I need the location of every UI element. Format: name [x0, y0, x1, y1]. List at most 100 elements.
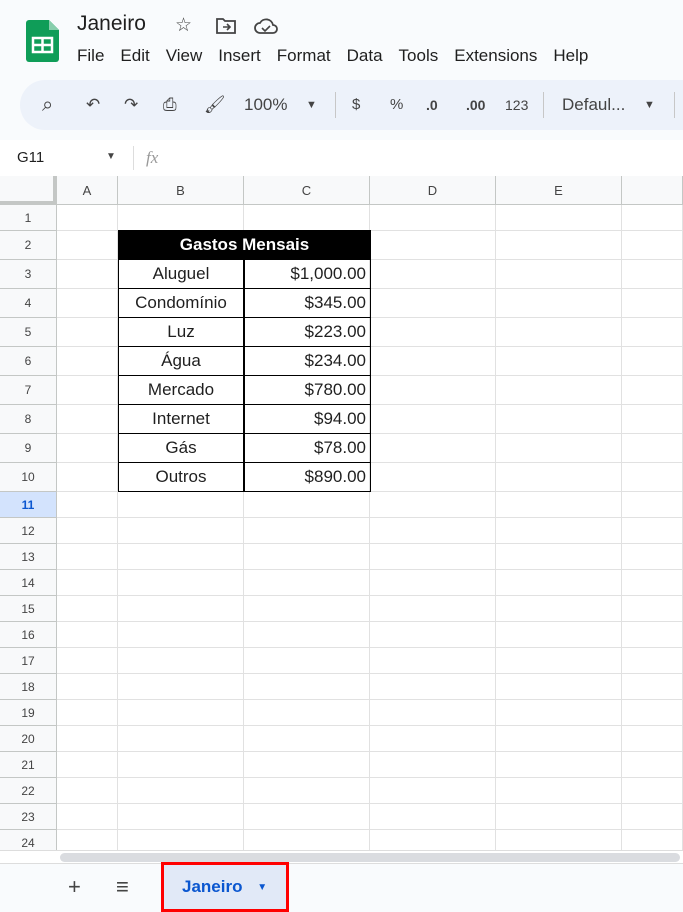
formula-input[interactable]: [175, 149, 675, 169]
row-header[interactable]: 21: [0, 752, 57, 778]
expense-value[interactable]: $890.00: [244, 462, 371, 492]
row-header[interactable]: 14: [0, 570, 57, 596]
row-header[interactable]: 20: [0, 726, 57, 752]
cell[interactable]: [370, 700, 496, 726]
cell[interactable]: [57, 778, 118, 804]
cell[interactable]: [57, 376, 118, 405]
cell[interactable]: [622, 347, 683, 376]
cell[interactable]: [496, 492, 622, 518]
row-header[interactable]: 1: [0, 205, 57, 231]
cell[interactable]: [370, 648, 496, 674]
cell[interactable]: [244, 492, 370, 518]
expense-value[interactable]: $234.00: [244, 346, 371, 376]
cell[interactable]: [118, 700, 244, 726]
row-header[interactable]: 5: [0, 318, 57, 347]
cell[interactable]: [118, 726, 244, 752]
paint-format-icon[interactable]: 🖌: [204, 80, 226, 130]
column-header[interactable]: A: [57, 176, 118, 205]
cell[interactable]: [622, 622, 683, 648]
cell[interactable]: [244, 778, 370, 804]
currency-format-button[interactable]: $: [352, 80, 360, 130]
cell[interactable]: [370, 570, 496, 596]
expense-value[interactable]: $345.00: [244, 288, 371, 318]
cell[interactable]: [496, 347, 622, 376]
cell[interactable]: [57, 700, 118, 726]
cell[interactable]: [244, 622, 370, 648]
cell[interactable]: [370, 405, 496, 434]
cloud-saved-icon[interactable]: [254, 17, 278, 35]
cell[interactable]: [57, 752, 118, 778]
select-all-corner[interactable]: [0, 176, 57, 205]
menu-extensions[interactable]: Extensions: [454, 46, 537, 66]
cell[interactable]: [118, 544, 244, 570]
cell[interactable]: [370, 518, 496, 544]
cell[interactable]: [118, 518, 244, 544]
row-header[interactable]: 10: [0, 463, 57, 492]
sheet-tab-janeiro[interactable]: Janeiro ▼: [161, 862, 289, 912]
cell[interactable]: [370, 596, 496, 622]
add-sheet-button[interactable]: +: [68, 874, 81, 900]
cell[interactable]: [370, 318, 496, 347]
cell[interactable]: [496, 434, 622, 463]
expense-value[interactable]: $223.00: [244, 317, 371, 347]
name-box[interactable]: G11: [17, 149, 44, 166]
cell[interactable]: [496, 405, 622, 434]
cell[interactable]: [57, 405, 118, 434]
sheet-tab-dropdown-icon[interactable]: ▼: [257, 882, 267, 893]
cell[interactable]: [496, 700, 622, 726]
row-header[interactable]: 19: [0, 700, 57, 726]
cell[interactable]: [370, 778, 496, 804]
expense-value[interactable]: $780.00: [244, 375, 371, 405]
cell[interactable]: [118, 778, 244, 804]
row-header[interactable]: 3: [0, 260, 57, 289]
cell[interactable]: [622, 463, 683, 492]
cell[interactable]: [244, 544, 370, 570]
expense-label[interactable]: Luz: [118, 317, 244, 347]
row-header[interactable]: 9: [0, 434, 57, 463]
column-header[interactable]: C: [244, 176, 370, 205]
name-box-dropdown-icon[interactable]: ▼: [106, 151, 116, 162]
row-header[interactable]: 7: [0, 376, 57, 405]
cell[interactable]: [496, 376, 622, 405]
menu-insert[interactable]: Insert: [218, 46, 261, 66]
cell[interactable]: [370, 289, 496, 318]
column-header[interactable]: B: [118, 176, 244, 205]
cell[interactable]: [57, 492, 118, 518]
expense-label[interactable]: Condomínio: [118, 288, 244, 318]
cell[interactable]: [496, 289, 622, 318]
cell[interactable]: [622, 260, 683, 289]
cell[interactable]: [496, 318, 622, 347]
row-header[interactable]: 11: [0, 492, 57, 518]
cell[interactable]: [57, 726, 118, 752]
menu-edit[interactable]: Edit: [120, 46, 149, 66]
row-header[interactable]: 23: [0, 804, 57, 830]
cell[interactable]: [370, 726, 496, 752]
cell[interactable]: [57, 289, 118, 318]
font-select[interactable]: Defaul...: [562, 80, 625, 130]
cell[interactable]: [622, 289, 683, 318]
row-header[interactable]: 15: [0, 596, 57, 622]
cell[interactable]: [57, 518, 118, 544]
row-header[interactable]: 6: [0, 347, 57, 376]
cell[interactable]: [57, 231, 118, 260]
cell[interactable]: [370, 463, 496, 492]
cell[interactable]: [496, 804, 622, 830]
move-folder-icon[interactable]: [216, 17, 236, 34]
cell[interactable]: [244, 752, 370, 778]
menu-view[interactable]: View: [166, 46, 203, 66]
expense-value[interactable]: $94.00: [244, 404, 371, 434]
table-header[interactable]: Gastos Mensais: [118, 230, 371, 260]
cell[interactable]: [57, 347, 118, 376]
document-title[interactable]: Janeiro: [77, 12, 146, 36]
column-header[interactable]: E: [496, 176, 622, 205]
cell[interactable]: [622, 205, 683, 231]
star-icon[interactable]: ☆: [175, 14, 192, 37]
cell[interactable]: [370, 752, 496, 778]
decrease-decimal-button[interactable]: .0: [426, 80, 438, 130]
cell[interactable]: [57, 570, 118, 596]
expense-label[interactable]: Outros: [118, 462, 244, 492]
cell[interactable]: [622, 752, 683, 778]
row-header[interactable]: 22: [0, 778, 57, 804]
search-icon[interactable]: ⌕: [42, 80, 53, 130]
cell[interactable]: [496, 648, 622, 674]
